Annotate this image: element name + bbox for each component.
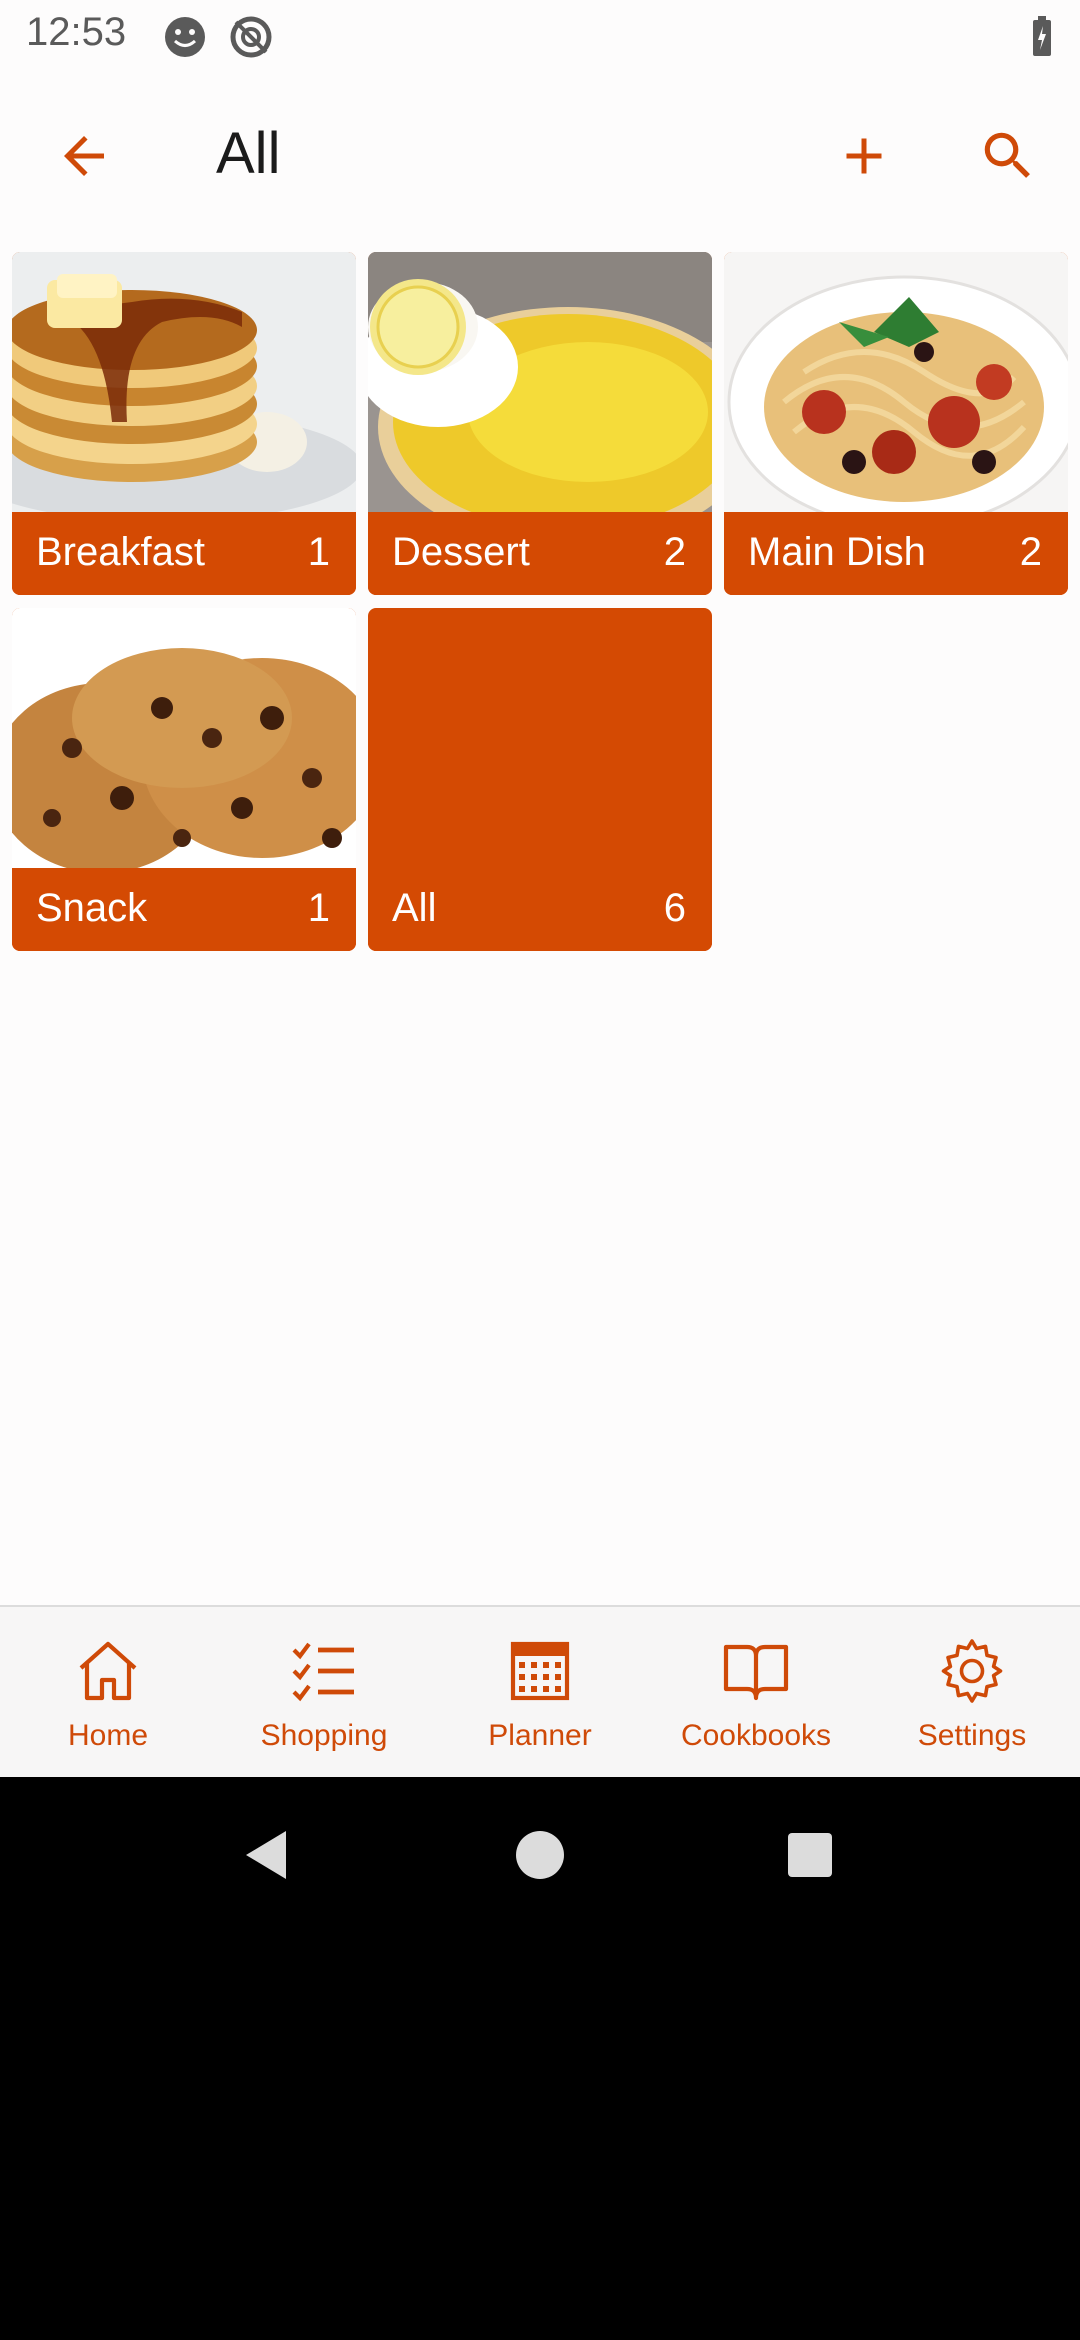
category-name: Dessert	[392, 530, 530, 574]
tile-label-bar: All 6	[368, 868, 712, 951]
sync-off-icon	[230, 16, 272, 58]
system-navigation-bar	[0, 1777, 1080, 2340]
pancakes-image	[12, 252, 356, 512]
category-tile-snack[interactable]: Snack 1	[12, 608, 356, 951]
checklist-icon	[292, 1642, 354, 1702]
spaghetti-image	[724, 252, 1068, 512]
calendar-icon	[510, 1641, 570, 1701]
gear-icon	[941, 1639, 1003, 1703]
search-button[interactable]	[960, 108, 1056, 204]
category-count: 1	[307, 530, 330, 574]
nav-item-planner[interactable]: Planner	[432, 1607, 648, 1777]
nav-item-cookbooks[interactable]: Cookbooks	[648, 1607, 864, 1777]
category-name: All	[392, 886, 437, 930]
category-tile-all[interactable]: All 6	[368, 608, 712, 951]
category-count: 6	[663, 886, 686, 930]
category-count: 1	[307, 886, 330, 930]
tile-label-bar: Snack 1	[12, 868, 356, 951]
face-notification-icon	[165, 17, 205, 57]
status-time: 12:53	[26, 10, 127, 54]
nav-item-settings[interactable]: Settings	[864, 1607, 1080, 1777]
nav-item-shopping[interactable]: Shopping	[216, 1607, 432, 1777]
nav-label: Settings	[917, 1719, 1027, 1752]
nav-item-home[interactable]: Home	[0, 1607, 216, 1777]
system-back-icon[interactable]	[238, 1825, 298, 1885]
nav-label: Home	[67, 1719, 149, 1752]
category-tile-breakfast[interactable]: Breakfast 1	[12, 252, 356, 595]
category-count: 2	[663, 530, 686, 574]
bottom-navigation: Home Shopping Planner Cookbooks Settings	[0, 1605, 1080, 1777]
system-home-icon[interactable]	[510, 1825, 570, 1885]
tile-label-bar: Dessert 2	[368, 512, 712, 595]
category-name: Main Dish	[748, 530, 926, 574]
category-count: 2	[1019, 530, 1042, 574]
cookies-image	[12, 608, 356, 868]
page-title: All	[216, 121, 281, 186]
nav-label: Shopping	[260, 1719, 388, 1752]
add-button[interactable]	[816, 108, 912, 204]
category-tile-main-dish[interactable]: Main Dish 2	[724, 252, 1068, 595]
home-icon	[79, 1641, 137, 1701]
lemon-tart-image	[368, 252, 712, 512]
tile-label-bar: Breakfast 1	[12, 512, 356, 595]
system-recents-icon[interactable]	[780, 1825, 840, 1885]
category-name: Breakfast	[36, 530, 205, 574]
nav-label: Cookbooks	[680, 1719, 832, 1752]
back-button[interactable]	[36, 108, 132, 204]
category-tile-dessert[interactable]: Dessert 2	[368, 252, 712, 595]
search-icon	[984, 132, 1030, 178]
battery-charging-icon	[1033, 16, 1051, 56]
book-icon	[723, 1644, 789, 1701]
category-name: Snack	[36, 886, 148, 930]
status-bar: 12:53	[0, 0, 1080, 72]
arrow-back-icon	[64, 136, 104, 176]
tile-label-bar: Main Dish 2	[724, 512, 1068, 595]
nav-label: Planner	[488, 1719, 592, 1752]
app-toolbar: All	[0, 72, 1080, 240]
plus-icon	[846, 138, 882, 174]
